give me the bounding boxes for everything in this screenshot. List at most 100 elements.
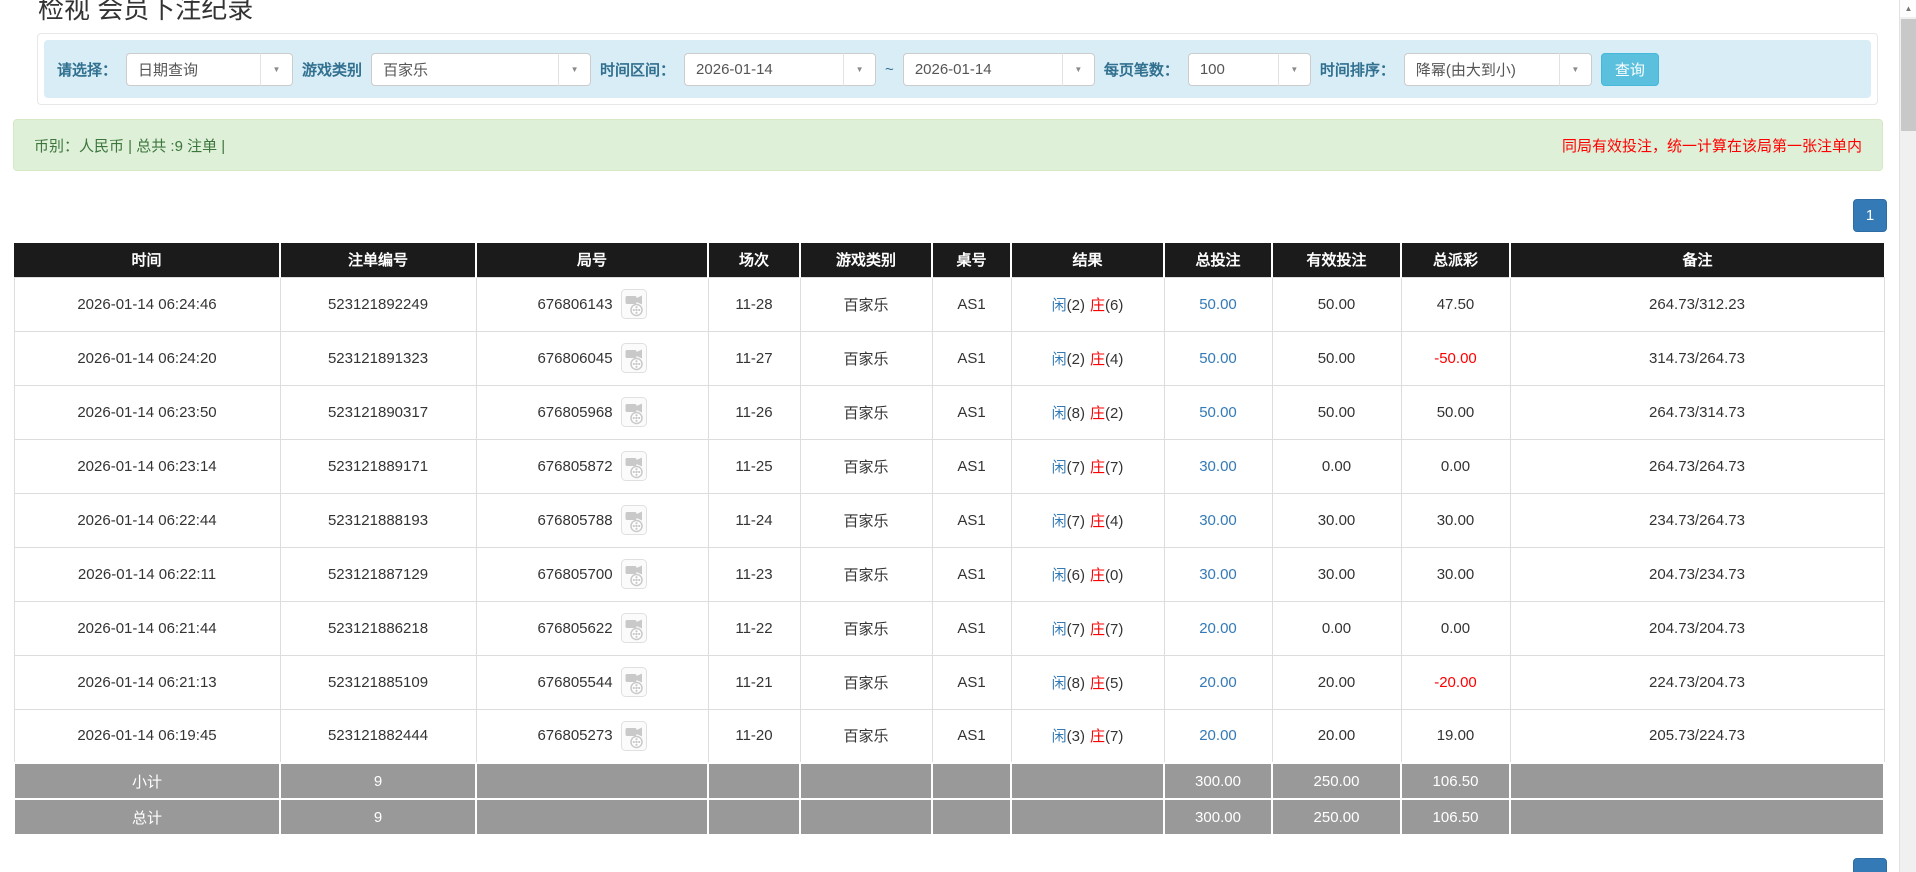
cell-game-type: 百家乐 (799, 438, 933, 494)
round-id: 676805544 (537, 673, 613, 691)
date-to-value[interactable]: 2026-01-14 (902, 52, 1063, 86)
game-category-value[interactable]: 百家乐 (371, 52, 560, 86)
date-to-picker[interactable]: 2026-01-14 ▼ (902, 52, 1095, 86)
search-button[interactable]: 查询 (1600, 52, 1659, 86)
bet-records-table: 时间 注单编号 局号 场次 游戏类别 桌号 结果 总投注 有效投注 总派彩 备注… (13, 243, 1885, 836)
cell-bet-id: 523121887129 (279, 546, 477, 602)
result-player-score: (7) (1066, 512, 1085, 530)
scroll-up-icon[interactable]: ▲ (1900, 0, 1916, 17)
column-time: 时间 (14, 243, 281, 277)
cell-session: 11-24 (707, 492, 801, 548)
cell-result: 闲(8) 庄(2) (1010, 384, 1165, 440)
cell-time: 2026-01-14 06:22:44 (13, 492, 281, 548)
result-banker-label: 庄 (1090, 350, 1106, 368)
notice-text: 同局有效投注，统一计算在该局第一张注单内 (1561, 137, 1862, 155)
video-icon[interactable] (620, 505, 647, 535)
result-player-label: 闲 (1051, 458, 1067, 476)
cell-result: 闲(2) 庄(6) (1010, 276, 1165, 332)
cell-round-id: 676805544 (475, 654, 709, 710)
result-player-label: 闲 (1051, 512, 1067, 530)
cell-round-id: 676805788 (475, 492, 709, 548)
chevron-down-icon[interactable]: ▼ (844, 52, 877, 86)
video-icon[interactable] (620, 559, 647, 589)
pagination-page-1[interactable]: 1 (1853, 199, 1887, 232)
sort-label: 时间排序： (1319, 61, 1395, 79)
video-icon[interactable] (620, 667, 647, 697)
total-bet-link[interactable]: 20.00 (1199, 620, 1237, 637)
cell-table-no: AS1 (931, 492, 1012, 548)
cell-result: 闲(6) 庄(0) (1010, 546, 1165, 602)
round-id: 676805968 (537, 403, 613, 421)
cell-time: 2026-01-14 06:22:11 (13, 546, 281, 602)
total-bet-link[interactable]: 50.00 (1199, 404, 1237, 421)
cell-time: 2026-01-14 06:19:45 (13, 708, 281, 764)
result-player-score: (2) (1066, 350, 1085, 368)
cell-game-type: 百家乐 (799, 654, 933, 710)
column-game-type: 游戏类别 (800, 243, 933, 277)
result-banker-score: (4) (1105, 512, 1124, 530)
query-type-select[interactable]: 日期查询 ▼ (126, 52, 294, 86)
cell-table-no: AS1 (931, 438, 1012, 494)
result-player-score: (6) (1066, 566, 1085, 584)
cell-total-bet: 20.00 (1163, 654, 1273, 710)
total-bet-link[interactable]: 30.00 (1199, 458, 1237, 475)
total-bet-link[interactable]: 50.00 (1199, 350, 1237, 367)
cell-remark: 234.73/264.73 (1509, 492, 1885, 548)
cell-total-bet: 50.00 (1163, 384, 1273, 440)
cell-payout: 0.00 (1400, 438, 1511, 494)
date-from-value[interactable]: 2026-01-14 (684, 52, 845, 86)
cell-valid-bet: 0.00 (1271, 600, 1402, 656)
subtotal-label: 小计 (13, 762, 281, 800)
chevron-down-icon[interactable]: ▼ (559, 52, 592, 86)
cell-remark: 264.73/264.73 (1509, 438, 1885, 494)
total-bet-link[interactable]: 20.00 (1199, 727, 1237, 744)
video-icon[interactable] (620, 343, 647, 373)
video-icon[interactable] (620, 289, 647, 319)
video-icon[interactable] (620, 613, 647, 643)
result-banker-score: (0) (1105, 566, 1124, 584)
cell-round-id: 676805622 (475, 600, 709, 656)
round-id: 676805622 (537, 619, 613, 637)
cell-round-id: 676806045 (475, 330, 709, 386)
chevron-down-icon[interactable]: ▼ (1062, 52, 1095, 86)
cell-bet-id: 523121886218 (279, 600, 477, 656)
date-from-picker[interactable]: 2026-01-14 ▼ (684, 52, 877, 86)
cell-time: 2026-01-14 06:24:20 (13, 330, 281, 386)
query-type-value[interactable]: 日期查询 (126, 52, 262, 86)
total-bet-link[interactable]: 20.00 (1199, 674, 1237, 691)
game-category-select[interactable]: 百家乐 ▼ (371, 52, 592, 86)
sort-select[interactable]: 降幂(由大到小) ▼ (1403, 52, 1592, 86)
chevron-down-icon[interactable]: ▼ (1559, 52, 1592, 86)
pagination-page-1-bottom[interactable] (1853, 858, 1887, 872)
column-session: 场次 (708, 243, 801, 277)
column-remark: 备注 (1510, 243, 1884, 277)
round-id: 676805788 (537, 511, 613, 529)
per-page-select[interactable]: 100 ▼ (1187, 52, 1311, 86)
chevron-down-icon[interactable]: ▼ (261, 52, 294, 86)
cell-payout: 0.00 (1400, 600, 1511, 656)
result-player-label: 闲 (1051, 620, 1067, 638)
cell-bet-id: 523121892249 (279, 276, 477, 332)
table-body: 2026-01-14 06:24:46 523121892249 6768061… (13, 276, 1885, 764)
cell-time: 2026-01-14 06:21:44 (13, 600, 281, 656)
chevron-down-icon[interactable]: ▼ (1278, 52, 1311, 86)
subtotal-row: 小计 9 300.00 250.00 106.50 (13, 762, 1885, 800)
cell-remark: 224.73/204.73 (1509, 654, 1885, 710)
video-icon[interactable] (620, 397, 647, 427)
video-icon[interactable] (620, 451, 647, 481)
total-bet-link[interactable]: 30.00 (1199, 512, 1237, 529)
cell-result: 闲(3) 庄(7) (1010, 708, 1165, 764)
sort-value[interactable]: 降幂(由大到小) (1403, 52, 1560, 86)
cell-time: 2026-01-14 06:23:50 (13, 384, 281, 440)
cell-payout: 19.00 (1400, 708, 1511, 764)
video-icon[interactable] (620, 720, 647, 751)
total-bet-link[interactable]: 50.00 (1199, 296, 1237, 313)
per-page-value[interactable]: 100 (1187, 52, 1279, 86)
total-bet-link[interactable]: 30.00 (1199, 566, 1237, 583)
browser-scrollbar[interactable]: ▲ (1899, 0, 1916, 872)
cell-game-type: 百家乐 (799, 384, 933, 440)
scrollbar-thumb[interactable] (1901, 19, 1916, 131)
table-row: 2026-01-14 06:21:13 523121885109 6768055… (13, 654, 1885, 710)
cell-bet-id: 523121889171 (279, 438, 477, 494)
cell-result: 闲(7) 庄(7) (1010, 600, 1165, 656)
